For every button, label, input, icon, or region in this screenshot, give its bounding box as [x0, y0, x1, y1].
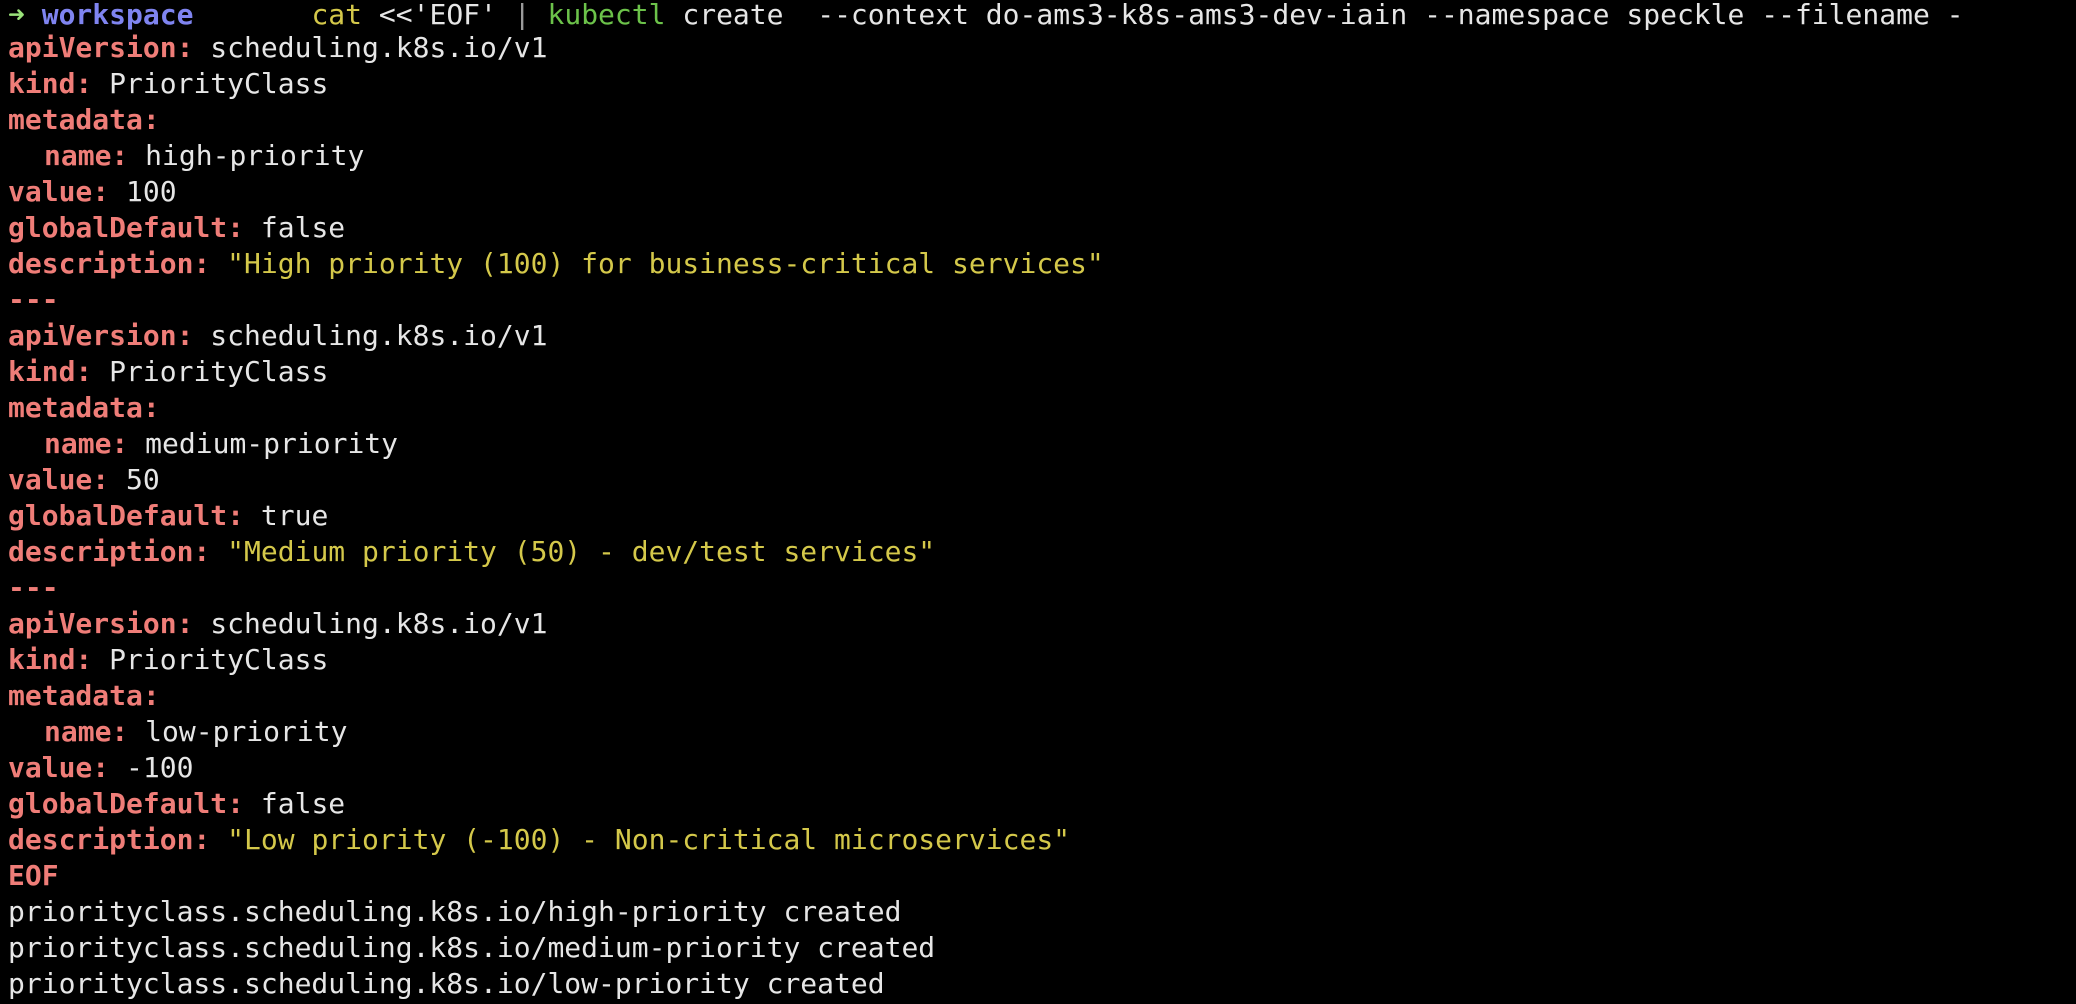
yaml-string-value: "Low priority (-100) - Non-critical micr…	[227, 823, 1071, 856]
yaml-key: value:	[8, 175, 110, 208]
yaml-key: globalDefault:	[8, 499, 245, 532]
yaml-string-value: "Medium priority (50) - dev/test service…	[227, 535, 936, 568]
yaml-value: PriorityClass	[109, 355, 329, 388]
command-cat: cat	[311, 0, 363, 30]
output-line: priorityclass.scheduling.k8s.io/medium-p…	[8, 931, 936, 964]
yaml-line-apiversion: apiVersion: scheduling.k8s.io/v1	[8, 30, 2076, 66]
yaml-value: 50	[126, 463, 160, 496]
yaml-line-value: value: 50	[8, 462, 2076, 498]
output-line: priorityclass.scheduling.k8s.io/high-pri…	[8, 895, 902, 928]
yaml-string-value: "High priority (100) for business-critic…	[227, 247, 1104, 280]
yaml-line-metadata: metadata:	[8, 390, 2076, 426]
yaml-separator: ---	[8, 283, 59, 316]
yaml-line-description: description: "Medium priority (50) - dev…	[8, 534, 2076, 570]
yaml-key: metadata:	[8, 391, 160, 424]
yaml-value: false	[260, 211, 346, 244]
yaml-line-kind: kind: PriorityClass	[8, 642, 2076, 678]
yaml-line-globaldefault: globalDefault: false	[8, 210, 2076, 246]
yaml-line-kind: kind: PriorityClass	[8, 66, 2076, 102]
yaml-key: apiVersion:	[8, 319, 194, 352]
yaml-key: globalDefault:	[8, 787, 245, 820]
yaml-line-value: value: 100	[8, 174, 2076, 210]
yaml-key: description:	[8, 247, 211, 280]
output-line: priorityclass.scheduling.k8s.io/low-prio…	[8, 967, 885, 1000]
command-args: create --context do-ams3-k8s-ams3-dev-ia…	[682, 0, 1964, 30]
yaml-value: low-priority	[145, 715, 348, 748]
yaml-line-name: name: high-priority	[8, 138, 2076, 174]
yaml-line-metadata: metadata:	[8, 678, 2076, 714]
yaml-key: description:	[8, 823, 211, 856]
yaml-line-description: description: "Low priority (-100) - Non-…	[8, 822, 2076, 858]
yaml-key: metadata:	[8, 679, 160, 712]
yaml-line-name: name: medium-priority	[8, 426, 2076, 462]
yaml-value: true	[260, 499, 329, 532]
yaml-key: description:	[8, 535, 211, 568]
yaml-line-kind: kind: PriorityClass	[8, 354, 2076, 390]
yaml-value: 100	[126, 175, 177, 208]
yaml-key: metadata:	[8, 103, 160, 136]
yaml-value: -100	[126, 751, 194, 784]
yaml-value: PriorityClass	[109, 67, 329, 100]
yaml-key: kind:	[8, 355, 93, 388]
yaml-line-description: description: "High priority (100) for bu…	[8, 246, 2076, 282]
yaml-key: name:	[44, 139, 129, 172]
yaml-value: PriorityClass	[109, 643, 329, 676]
yaml-line-metadata: metadata:	[8, 102, 2076, 138]
yaml-key: value:	[8, 751, 110, 784]
yaml-key: name:	[44, 715, 129, 748]
yaml-line-value: value: -100	[8, 750, 2076, 786]
command-kubectl: kubectl	[547, 0, 666, 30]
yaml-value: medium-priority	[145, 427, 399, 460]
yaml-key: value:	[8, 463, 110, 496]
yaml-line-name: name: low-priority	[8, 714, 2076, 750]
yaml-line-apiversion: apiVersion: scheduling.k8s.io/v1	[8, 606, 2076, 642]
yaml-key: name:	[44, 427, 129, 460]
command-pipe: |	[513, 0, 531, 30]
yaml-line-globaldefault: globalDefault: false	[8, 786, 2076, 822]
yaml-line-globaldefault: globalDefault: true	[8, 498, 2076, 534]
heredoc-eof: EOF	[8, 859, 59, 892]
yaml-value: false	[260, 787, 346, 820]
command-line[interactable]: ➜ workspace cat <<'EOF' | kubectl create…	[8, 0, 2076, 30]
prompt-arrow-icon: ➜	[8, 0, 25, 30]
yaml-value: scheduling.k8s.io/v1	[210, 31, 548, 64]
yaml-key: apiVersion:	[8, 31, 194, 64]
terminal-window[interactable]: ➜ workspace cat <<'EOF' | kubectl create…	[0, 0, 2076, 1004]
yaml-separator: ---	[8, 571, 59, 604]
yaml-value: scheduling.k8s.io/v1	[210, 319, 548, 352]
prompt-directory: workspace	[41, 0, 194, 30]
yaml-value: scheduling.k8s.io/v1	[210, 607, 548, 640]
yaml-line-apiversion: apiVersion: scheduling.k8s.io/v1	[8, 318, 2076, 354]
yaml-key: kind:	[8, 67, 93, 100]
yaml-key: apiVersion:	[8, 607, 194, 640]
yaml-key: kind:	[8, 643, 93, 676]
yaml-value: high-priority	[145, 139, 365, 172]
command-heredoc: <<'EOF'	[378, 0, 497, 30]
yaml-key: globalDefault:	[8, 211, 245, 244]
